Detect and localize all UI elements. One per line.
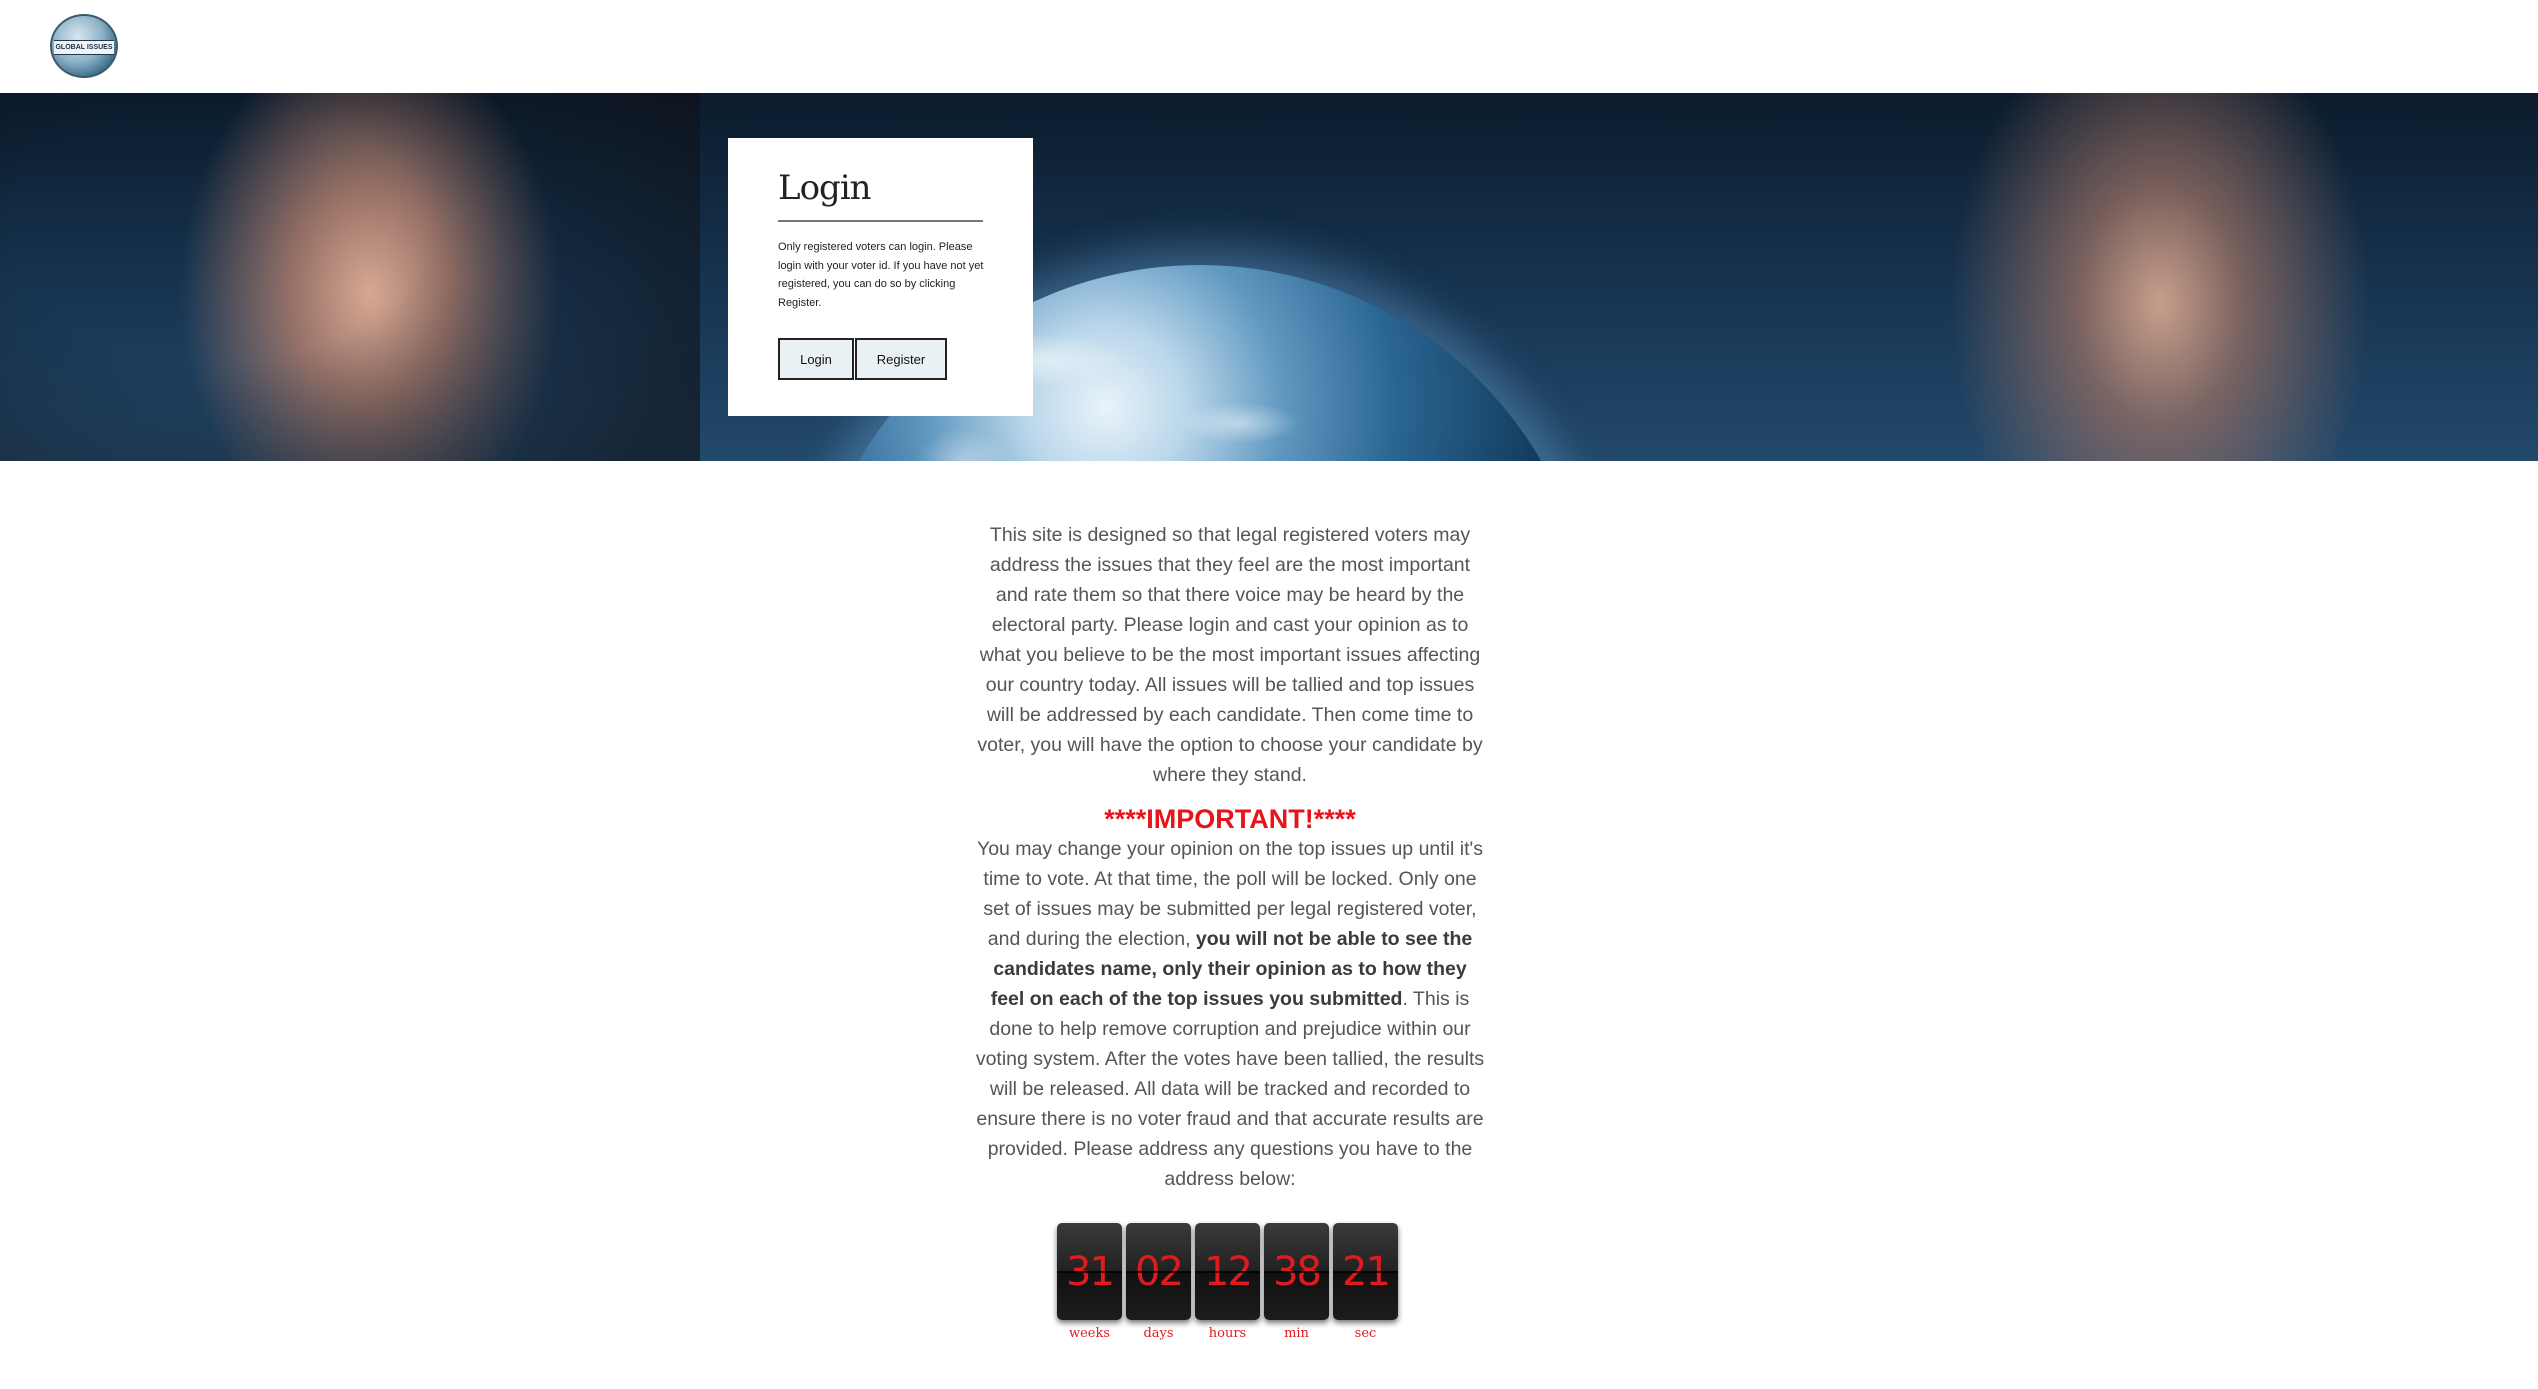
global-issues-logo[interactable]: GLOBAL ISSUES bbox=[50, 14, 118, 78]
register-button[interactable]: Register bbox=[855, 338, 947, 380]
countdown-hours-label: hours bbox=[1208, 1326, 1247, 1341]
countdown-days-value: 02 bbox=[1126, 1223, 1191, 1320]
intro-paragraph: This site is designed so that legal regi… bbox=[977, 524, 1483, 786]
important-paragraph: You may change your opinion on the top i… bbox=[975, 834, 1485, 1194]
countdown-weeks: 31 weeks bbox=[1057, 1223, 1122, 1343]
countdown-hours-value: 12 bbox=[1195, 1223, 1260, 1320]
countdown-minutes-label: min bbox=[1284, 1326, 1309, 1341]
important-text-2: . This is done to help remove corruption… bbox=[975, 988, 1485, 1190]
login-button[interactable]: Login bbox=[778, 338, 854, 380]
countdown-seconds-label: sec bbox=[1354, 1326, 1377, 1341]
countdown-weeks-label: weeks bbox=[1068, 1326, 1111, 1341]
login-card: Login Only registered voters can login. … bbox=[728, 138, 1033, 416]
countdown-hours: 12 hours bbox=[1195, 1223, 1260, 1343]
login-title: Login bbox=[778, 168, 872, 208]
countdown-seconds: 21 sec bbox=[1333, 1223, 1398, 1343]
countdown-seconds-value: 21 bbox=[1333, 1223, 1398, 1320]
countdown-weeks-value: 31 bbox=[1057, 1223, 1122, 1320]
login-description: Only registered voters can login. Please… bbox=[778, 241, 984, 309]
important-heading: ****IMPORTANT!**** bbox=[1104, 804, 1356, 834]
countdown-minutes: 38 min bbox=[1264, 1223, 1329, 1343]
countdown-minutes-value: 38 bbox=[1264, 1223, 1329, 1320]
countdown-days: 02 days bbox=[1126, 1223, 1191, 1343]
hero-banner bbox=[0, 93, 2538, 461]
countdown-days-label: days bbox=[1143, 1326, 1174, 1341]
countdown-timer: 31 weeks 02 days 12 hours 38 min 21 sec bbox=[1057, 1223, 1398, 1343]
login-divider bbox=[778, 220, 983, 222]
site-header: GLOBAL ISSUES bbox=[0, 0, 2538, 93]
login-button-row: Login Register bbox=[778, 338, 983, 380]
hero-shadow bbox=[0, 93, 700, 461]
main-content: This site is designed so that legal regi… bbox=[975, 520, 1485, 1194]
logo-text: GLOBAL ISSUES bbox=[54, 40, 114, 55]
